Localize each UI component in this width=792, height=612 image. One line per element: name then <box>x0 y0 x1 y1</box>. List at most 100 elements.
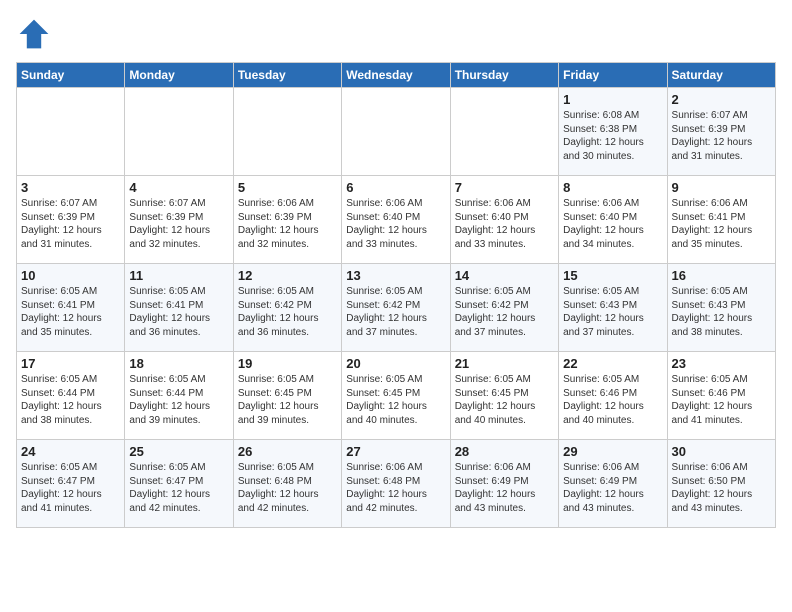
day-number: 30 <box>672 444 771 459</box>
calendar-cell: 5 Sunrise: 6:06 AM Sunset: 6:39 PM Daylig… <box>233 176 341 264</box>
logo <box>16 16 56 52</box>
calendar-cell: 28 Sunrise: 6:06 AM Sunset: 6:49 PM Dayli… <box>450 440 558 528</box>
day-number: 7 <box>455 180 554 195</box>
calendar-week-row: 1 Sunrise: 6:08 AM Sunset: 6:38 PM Daylig… <box>17 88 776 176</box>
day-number: 4 <box>129 180 228 195</box>
calendar-day-header: Monday <box>125 63 233 88</box>
cell-detail: Sunrise: 6:05 AM Sunset: 6:45 PM Dayligh… <box>238 373 337 427</box>
day-number: 25 <box>129 444 228 459</box>
calendar-day-header: Friday <box>559 63 667 88</box>
calendar-cell: 12 Sunrise: 6:05 AM Sunset: 6:42 PM Dayli… <box>233 264 341 352</box>
day-number: 20 <box>346 356 445 371</box>
calendar-cell: 30 Sunrise: 6:06 AM Sunset: 6:50 PM Dayli… <box>667 440 775 528</box>
day-number: 17 <box>21 356 120 371</box>
cell-detail: Sunrise: 6:06 AM Sunset: 6:49 PM Dayligh… <box>455 461 554 515</box>
cell-detail: Sunrise: 6:06 AM Sunset: 6:50 PM Dayligh… <box>672 461 771 515</box>
day-number: 22 <box>563 356 662 371</box>
calendar-cell <box>233 88 341 176</box>
calendar-day-header: Wednesday <box>342 63 450 88</box>
calendar-cell <box>342 88 450 176</box>
calendar-cell: 1 Sunrise: 6:08 AM Sunset: 6:38 PM Daylig… <box>559 88 667 176</box>
calendar-cell: 17 Sunrise: 6:05 AM Sunset: 6:44 PM Dayli… <box>17 352 125 440</box>
day-number: 16 <box>672 268 771 283</box>
calendar-cell: 21 Sunrise: 6:05 AM Sunset: 6:45 PM Dayli… <box>450 352 558 440</box>
calendar-cell: 26 Sunrise: 6:05 AM Sunset: 6:48 PM Dayli… <box>233 440 341 528</box>
cell-detail: Sunrise: 6:06 AM Sunset: 6:39 PM Dayligh… <box>238 197 337 251</box>
day-number: 23 <box>672 356 771 371</box>
cell-detail: Sunrise: 6:05 AM Sunset: 6:44 PM Dayligh… <box>129 373 228 427</box>
cell-detail: Sunrise: 6:07 AM Sunset: 6:39 PM Dayligh… <box>21 197 120 251</box>
calendar-cell: 3 Sunrise: 6:07 AM Sunset: 6:39 PM Daylig… <box>17 176 125 264</box>
cell-detail: Sunrise: 6:05 AM Sunset: 6:41 PM Dayligh… <box>129 285 228 339</box>
day-number: 14 <box>455 268 554 283</box>
calendar-cell: 23 Sunrise: 6:05 AM Sunset: 6:46 PM Dayli… <box>667 352 775 440</box>
cell-detail: Sunrise: 6:05 AM Sunset: 6:42 PM Dayligh… <box>346 285 445 339</box>
cell-detail: Sunrise: 6:06 AM Sunset: 6:48 PM Dayligh… <box>346 461 445 515</box>
cell-detail: Sunrise: 6:08 AM Sunset: 6:38 PM Dayligh… <box>563 109 662 163</box>
calendar-cell <box>17 88 125 176</box>
cell-detail: Sunrise: 6:06 AM Sunset: 6:40 PM Dayligh… <box>346 197 445 251</box>
day-number: 24 <box>21 444 120 459</box>
cell-detail: Sunrise: 6:07 AM Sunset: 6:39 PM Dayligh… <box>672 109 771 163</box>
calendar-cell: 20 Sunrise: 6:05 AM Sunset: 6:45 PM Dayli… <box>342 352 450 440</box>
day-number: 27 <box>346 444 445 459</box>
calendar-cell: 15 Sunrise: 6:05 AM Sunset: 6:43 PM Dayli… <box>559 264 667 352</box>
calendar-cell: 19 Sunrise: 6:05 AM Sunset: 6:45 PM Dayli… <box>233 352 341 440</box>
calendar-cell <box>125 88 233 176</box>
day-number: 8 <box>563 180 662 195</box>
cell-detail: Sunrise: 6:05 AM Sunset: 6:41 PM Dayligh… <box>21 285 120 339</box>
day-number: 29 <box>563 444 662 459</box>
cell-detail: Sunrise: 6:05 AM Sunset: 6:48 PM Dayligh… <box>238 461 337 515</box>
calendar-cell <box>450 88 558 176</box>
calendar-body: 1 Sunrise: 6:08 AM Sunset: 6:38 PM Daylig… <box>17 88 776 528</box>
day-number: 13 <box>346 268 445 283</box>
cell-detail: Sunrise: 6:05 AM Sunset: 6:45 PM Dayligh… <box>455 373 554 427</box>
day-number: 19 <box>238 356 337 371</box>
day-number: 18 <box>129 356 228 371</box>
cell-detail: Sunrise: 6:05 AM Sunset: 6:46 PM Dayligh… <box>672 373 771 427</box>
calendar-week-row: 3 Sunrise: 6:07 AM Sunset: 6:39 PM Daylig… <box>17 176 776 264</box>
cell-detail: Sunrise: 6:05 AM Sunset: 6:44 PM Dayligh… <box>21 373 120 427</box>
calendar-cell: 11Sunrise: 6:05 AM Sunset: 6:41 PM Dayli… <box>125 264 233 352</box>
calendar-cell: 16 Sunrise: 6:05 AM Sunset: 6:43 PM Dayli… <box>667 264 775 352</box>
day-number: 3 <box>21 180 120 195</box>
calendar-cell: 13 Sunrise: 6:05 AM Sunset: 6:42 PM Dayli… <box>342 264 450 352</box>
calendar-day-header: Thursday <box>450 63 558 88</box>
calendar-day-header: Tuesday <box>233 63 341 88</box>
calendar-week-row: 10 Sunrise: 6:05 AM Sunset: 6:41 PM Dayli… <box>17 264 776 352</box>
cell-detail: Sunrise: 6:07 AM Sunset: 6:39 PM Dayligh… <box>129 197 228 251</box>
calendar-cell: 10 Sunrise: 6:05 AM Sunset: 6:41 PM Dayli… <box>17 264 125 352</box>
cell-detail: Sunrise: 6:06 AM Sunset: 6:41 PM Dayligh… <box>672 197 771 251</box>
cell-detail: Sunrise: 6:05 AM Sunset: 6:42 PM Dayligh… <box>238 285 337 339</box>
day-number: 5 <box>238 180 337 195</box>
calendar-cell: 24 Sunrise: 6:05 AM Sunset: 6:47 PM Dayli… <box>17 440 125 528</box>
cell-detail: Sunrise: 6:05 AM Sunset: 6:43 PM Dayligh… <box>672 285 771 339</box>
cell-detail: Sunrise: 6:06 AM Sunset: 6:40 PM Dayligh… <box>563 197 662 251</box>
cell-detail: Sunrise: 6:05 AM Sunset: 6:43 PM Dayligh… <box>563 285 662 339</box>
day-number: 1 <box>563 92 662 107</box>
calendar-cell: 25 Sunrise: 6:05 AM Sunset: 6:47 PM Dayli… <box>125 440 233 528</box>
cell-detail: Sunrise: 6:06 AM Sunset: 6:49 PM Dayligh… <box>563 461 662 515</box>
calendar-table: SundayMondayTuesdayWednesdayThursdayFrid… <box>16 62 776 528</box>
calendar-cell: 18 Sunrise: 6:05 AM Sunset: 6:44 PM Dayli… <box>125 352 233 440</box>
cell-detail: Sunrise: 6:05 AM Sunset: 6:47 PM Dayligh… <box>129 461 228 515</box>
cell-detail: Sunrise: 6:06 AM Sunset: 6:40 PM Dayligh… <box>455 197 554 251</box>
calendar-cell: 29 Sunrise: 6:06 AM Sunset: 6:49 PM Dayli… <box>559 440 667 528</box>
logo-icon <box>16 16 52 52</box>
calendar-cell: 9Sunrise: 6:06 AM Sunset: 6:41 PM Daylig… <box>667 176 775 264</box>
day-number: 21 <box>455 356 554 371</box>
day-number: 10 <box>21 268 120 283</box>
cell-detail: Sunrise: 6:05 AM Sunset: 6:47 PM Dayligh… <box>21 461 120 515</box>
calendar-cell: 8 Sunrise: 6:06 AM Sunset: 6:40 PM Daylig… <box>559 176 667 264</box>
page-header <box>16 16 776 52</box>
day-number: 12 <box>238 268 337 283</box>
calendar-day-header: Sunday <box>17 63 125 88</box>
day-number: 2 <box>672 92 771 107</box>
cell-detail: Sunrise: 6:05 AM Sunset: 6:45 PM Dayligh… <box>346 373 445 427</box>
calendar-cell: 6Sunrise: 6:06 AM Sunset: 6:40 PM Daylig… <box>342 176 450 264</box>
calendar-cell: 27 Sunrise: 6:06 AM Sunset: 6:48 PM Dayli… <box>342 440 450 528</box>
calendar-week-row: 24 Sunrise: 6:05 AM Sunset: 6:47 PM Dayli… <box>17 440 776 528</box>
day-number: 26 <box>238 444 337 459</box>
day-number: 15 <box>563 268 662 283</box>
day-number: 28 <box>455 444 554 459</box>
